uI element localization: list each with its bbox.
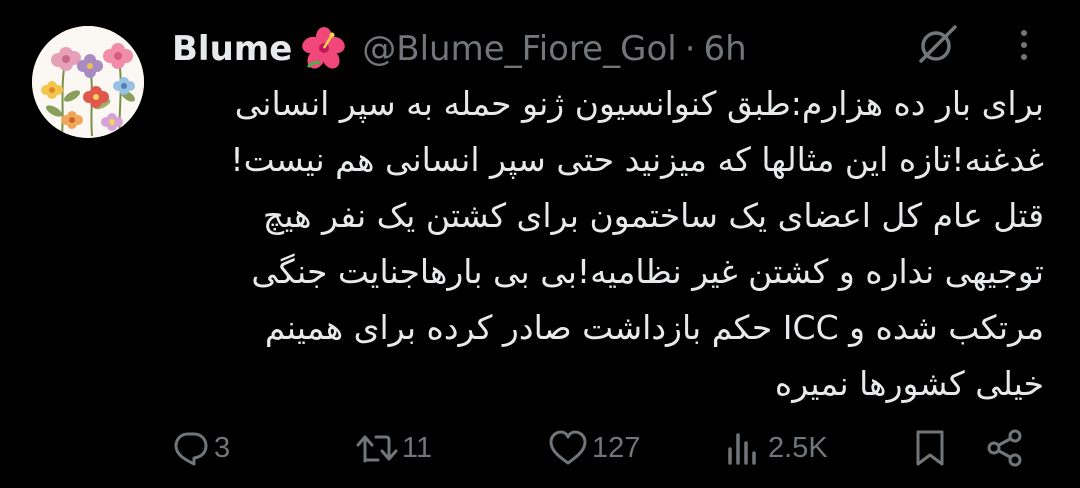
bookmark-icon (916, 430, 944, 466)
tweet-text-line: مرتکب شده و ICC حکم بازداشت صادر کرده بر… (264, 308, 1044, 347)
timestamp[interactable]: 6h (704, 29, 747, 69)
like-icon (549, 430, 587, 465)
hibiscus-emoji-icon (302, 27, 346, 71)
grok-icon[interactable] (912, 20, 962, 70)
retweet-button[interactable]: 11 (356, 420, 432, 476)
user-handle[interactable]: @Blume_Fiore_Gol (362, 29, 676, 69)
tweet-actions-bar: 3 11 127 2.5K (0, 420, 1080, 476)
tweet-header: Blume @Blume_Fiore_Gol · 6h (172, 22, 747, 76)
tweet-text-line: توجیهی نداره و کشتن غیر نظامیه!بی بی بار… (251, 252, 1044, 291)
share-icon (987, 429, 1022, 467)
tweet-text-line: غدغنه!تازه این مثالها که میزنید حتی سپر … (230, 140, 1044, 179)
views-icon (728, 433, 756, 465)
display-name[interactable]: Blume (172, 29, 292, 69)
avatar-floral-image (32, 26, 144, 138)
tweet-text-line: قتل عام کل اعضای یک ساختمون برای کشتن یک… (262, 196, 1044, 235)
bookmark-button[interactable] (912, 420, 948, 476)
views-button[interactable]: 2.5K (724, 420, 828, 476)
like-count: 127 (592, 431, 641, 464)
avatar[interactable] (32, 26, 144, 138)
reply-count: 3 (214, 431, 231, 464)
retweet-icon (356, 435, 398, 463)
separator-dot: · (684, 29, 696, 69)
reply-button[interactable]: 3 (172, 420, 230, 476)
more-options-icon[interactable] (1004, 20, 1044, 70)
views-count: 2.5K (768, 431, 828, 464)
reply-icon (174, 432, 208, 466)
share-button[interactable] (984, 420, 1026, 476)
tweet-text-line: خیلی کشورها نمیره (774, 364, 1044, 403)
tweet-text: برای بار ده هزارم:طبق کنوانسیون ژنو حمله… (172, 76, 1044, 412)
tweet-text-line: برای بار ده هزارم:طبق کنوانسیون ژنو حمله… (234, 84, 1044, 123)
like-button[interactable]: 127 (548, 420, 640, 476)
retweet-count: 11 (402, 431, 433, 464)
